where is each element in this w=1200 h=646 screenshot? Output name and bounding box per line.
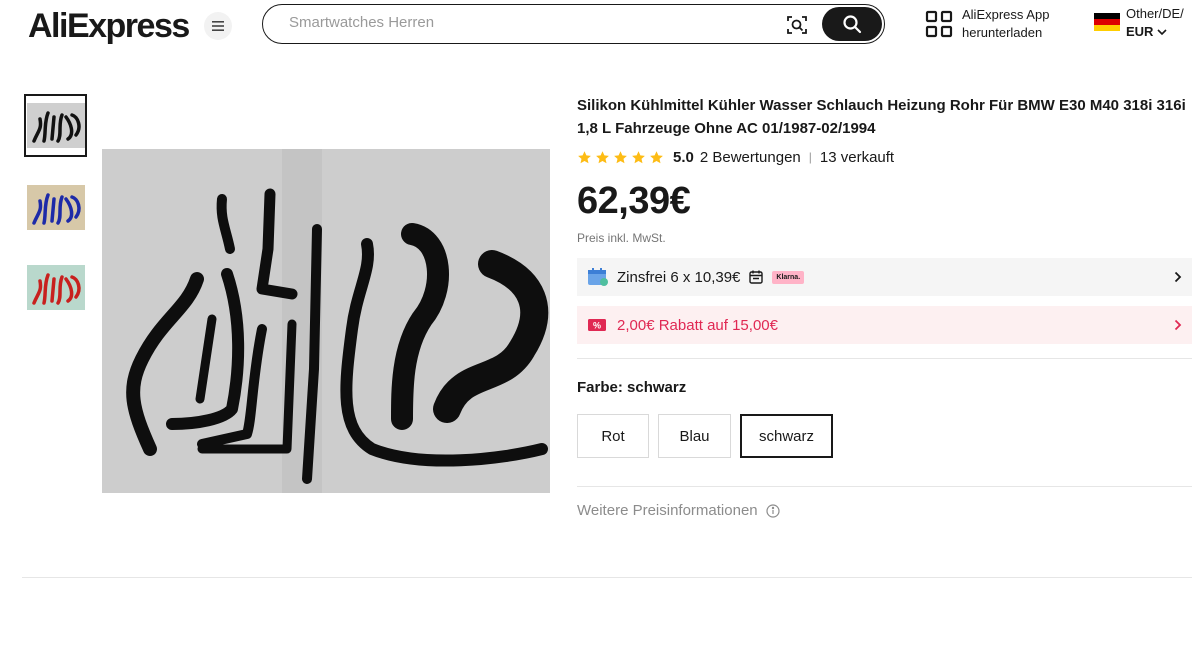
- coupon-text: 2,00€ Rabatt auf 15,00€: [617, 316, 778, 334]
- aliexpress-logo[interactable]: AliExpress: [28, 6, 190, 46]
- thumbnail-red[interactable]: [24, 256, 87, 319]
- more-price-info-text: Weitere Preisinformationen: [577, 502, 758, 519]
- calendar-installment-icon: [588, 268, 608, 286]
- qr-code-icon[interactable]: [925, 10, 953, 38]
- chevron-down-icon: [1157, 28, 1168, 35]
- review-count[interactable]: 2 Bewertungen: [700, 149, 801, 166]
- thumbnail-black[interactable]: [24, 94, 87, 157]
- star-rating: [577, 150, 664, 165]
- blue-hoses-thumbnail-image: [31, 192, 81, 225]
- color-label-value: schwarz: [627, 379, 687, 396]
- germany-flag-icon[interactable]: [1094, 13, 1120, 31]
- app-download-line1: AliExpress App: [962, 7, 1050, 22]
- coupon-icon: %: [588, 319, 606, 331]
- locale-region: Other/DE/: [1126, 6, 1184, 21]
- installment-row[interactable]: Zinsfrei 6 x 10,39€ Klarna.: [577, 258, 1192, 296]
- black-hoses-thumbnail-image: [31, 110, 81, 143]
- color-label: Farbe: schwarz: [577, 379, 686, 396]
- svg-text:%: %: [593, 321, 601, 331]
- locale-currency: EUR: [1126, 24, 1154, 39]
- search-bar: [262, 4, 885, 44]
- locale-selector[interactable]: Other/DE/ EUR: [1126, 5, 1184, 41]
- image-search-icon[interactable]: [785, 13, 809, 37]
- divider-bar: |: [808, 150, 812, 164]
- calendar-icon: [749, 270, 764, 284]
- star-icon: [596, 150, 609, 163]
- star-icon: [614, 150, 627, 163]
- red-hoses-thumbnail-image: [31, 272, 81, 305]
- color-option-schwarz[interactable]: schwarz: [740, 414, 833, 458]
- divider: [577, 358, 1192, 359]
- info-icon[interactable]: [766, 503, 780, 518]
- star-icon: [650, 150, 663, 163]
- color-label-prefix: Farbe:: [577, 379, 628, 396]
- more-price-info[interactable]: Weitere Preisinformationen: [577, 502, 780, 519]
- sold-count: 13 verkauft: [819, 148, 895, 166]
- color-option-rot[interactable]: Rot: [577, 414, 649, 458]
- section-divider: [22, 577, 1192, 578]
- search-icon: [843, 15, 862, 34]
- thumbnail-blue[interactable]: [24, 176, 87, 239]
- star-icon: [632, 150, 645, 163]
- menu-button[interactable]: [204, 12, 232, 40]
- chevron-right-icon: [1174, 267, 1182, 288]
- app-download-line2: herunterladen: [962, 25, 1043, 40]
- color-option-blau[interactable]: Blau: [658, 414, 731, 458]
- product-title: Silikon Kühlmittel Kühler Wasser Schlauc…: [577, 97, 1186, 137]
- klarna-badge: Klarna.: [772, 270, 805, 284]
- chevron-right-icon: [1174, 315, 1182, 336]
- tax-note: Preis inkl. MwSt.: [577, 231, 666, 245]
- app-download-link[interactable]: AliExpress App herunterladen: [962, 6, 1049, 42]
- product-price: 62,39€: [577, 180, 691, 222]
- coupon-row[interactable]: % 2,00€ Rabatt auf 15,00€: [577, 306, 1192, 344]
- rating-row[interactable]: 5.0 2 Bewertungen | 13 verkauft: [577, 146, 894, 168]
- installment-text: Zinsfrei 6 x 10,39€: [617, 268, 741, 286]
- main-product-image[interactable]: [102, 149, 550, 493]
- rating-score: 5.0: [673, 148, 694, 166]
- search-button[interactable]: [822, 7, 882, 41]
- hamburger-icon: [212, 21, 224, 31]
- search-input[interactable]: [289, 14, 759, 31]
- radiator-hoses-image: [102, 149, 550, 493]
- star-icon: [578, 150, 591, 163]
- divider: [577, 486, 1192, 487]
